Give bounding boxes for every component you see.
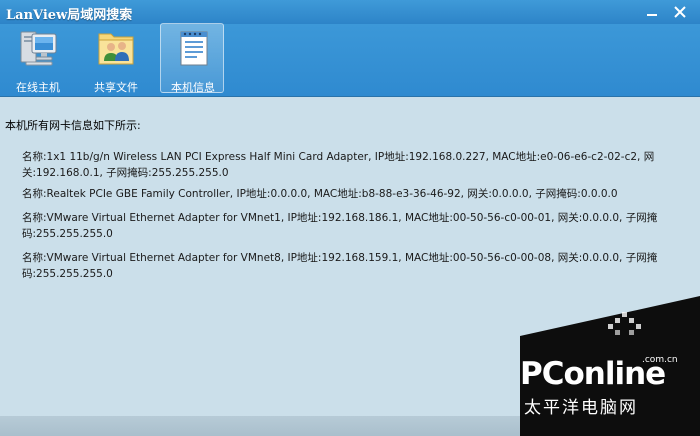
- shared-folder-icon: [98, 33, 134, 65]
- online-hosts-label: 在线主机: [16, 81, 60, 94]
- adapter-info: 名称:VMware Virtual Ethernet Adapter for V…: [22, 212, 658, 240]
- minimize-button[interactable]: [642, 3, 662, 21]
- adapter-info: 名称:VMware Virtual Ethernet Adapter for V…: [22, 252, 658, 280]
- local-info-label: 本机信息: [171, 81, 215, 94]
- close-icon: [674, 6, 686, 18]
- toolbar: 在线主机 共享文件 本机信息: [0, 23, 700, 97]
- minimize-icon: [647, 14, 657, 16]
- watermark-tagline: 太平洋电脑网: [524, 398, 638, 418]
- close-button[interactable]: [670, 3, 690, 21]
- notepad-icon: [180, 31, 208, 66]
- local-info-button[interactable]: 本机信息: [160, 23, 224, 94]
- computer-icon: [20, 31, 57, 66]
- title-bar[interactable]: LanView局域网搜索: [0, 0, 700, 24]
- shared-files-button[interactable]: 共享文件: [84, 24, 148, 94]
- watermark-domain: .com.cn: [642, 355, 678, 365]
- shared-files-label: 共享文件: [94, 81, 138, 94]
- adapter-info: 名称:Realtek PCIe GBE Family Controller, I…: [22, 188, 618, 200]
- app-window: LanView局域网搜索 在线主机 共享文件 本机信息 本机所有网卡信息如下所示…: [0, 0, 700, 436]
- adapter-info: 名称:1x1 11b/g/n Wireless LAN PCI Express …: [22, 151, 655, 179]
- adapter-list-heading: 本机所有网卡信息如下所示:: [5, 119, 141, 132]
- window-title: LanView局域网搜索: [6, 8, 133, 23]
- online-hosts-button[interactable]: 在线主机: [6, 24, 70, 94]
